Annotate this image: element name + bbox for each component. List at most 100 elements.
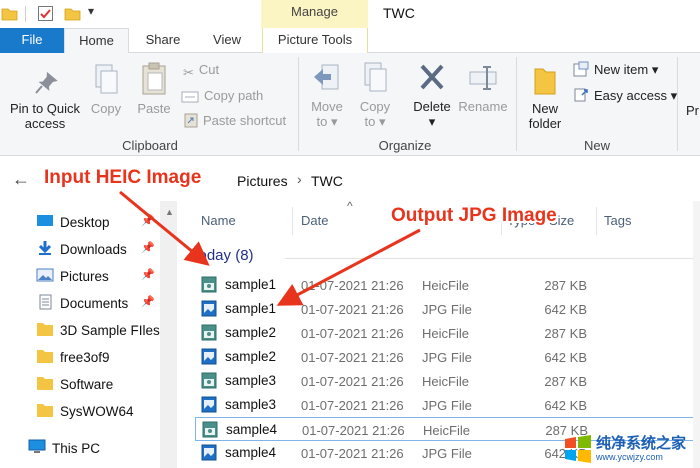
properties-button[interactable]: Pr — [686, 103, 700, 118]
paste-shortcut-button[interactable]: Paste shortcut — [184, 112, 286, 128]
pin-icon[interactable]: 📌 — [141, 295, 155, 308]
organize-group-label: Organize — [378, 138, 432, 153]
nav-scrollbar[interactable]: ▲ — [160, 201, 177, 468]
copy-to-button[interactable]: Copy to ▾ — [354, 61, 396, 129]
file-name: sample2 — [225, 349, 277, 364]
nav-item-free3of9[interactable]: free3of9 — [0, 344, 160, 371]
documents-icon — [39, 294, 52, 310]
nav-item-label: free3of9 — [60, 350, 110, 365]
easy-access-icon — [574, 88, 588, 102]
column-header-tags[interactable]: Tags — [604, 213, 631, 228]
properties-label: Pr — [686, 103, 699, 118]
windows-logo-icon — [565, 435, 591, 463]
rename-button[interactable]: Rename — [458, 61, 508, 114]
nav-item-label: Pictures — [60, 269, 109, 284]
cut-button[interactable]: ✂ Cut — [183, 62, 219, 81]
tab-share[interactable]: Share — [133, 28, 193, 53]
output-jpg-annotation: Output JPG Image — [391, 205, 557, 226]
column-separator[interactable] — [292, 207, 293, 235]
pin-icon[interactable]: 📌 — [141, 268, 155, 281]
copy-to-label-2: to — [364, 114, 376, 129]
tab-file[interactable]: File — [0, 28, 64, 53]
move-to-label-2: to — [316, 114, 328, 129]
file-row[interactable]: sample3 01-07-2021 21:26 HeicFile 287 KB — [195, 369, 700, 393]
copy-to-label-1: Copy — [359, 99, 391, 114]
folder-icon — [37, 350, 53, 363]
easy-access-button[interactable]: Easy access ▾ — [573, 87, 677, 104]
copy-path-icon — [181, 91, 199, 103]
breadcrumb-twc[interactable]: TWC — [311, 173, 343, 189]
nav-item-desktop[interactable]: Desktop 📌 — [0, 209, 160, 236]
new-item-button[interactable]: New item ▾ — [573, 61, 658, 78]
tab-picture-tools[interactable]: Picture Tools — [262, 28, 368, 53]
file-row[interactable]: sample3 01-07-2021 21:26 JPG File 642 KB — [195, 393, 700, 417]
nav-item-label: This PC — [52, 441, 101, 456]
file-size: 287 KB — [544, 374, 587, 389]
file-type: JPG File — [422, 398, 472, 413]
paste-shortcut-label: Paste shortcut — [203, 113, 287, 128]
new-item-chevron-icon: ▾ — [651, 62, 659, 77]
column-header-date[interactable]: Date — [301, 213, 328, 228]
scroll-up-icon[interactable]: ▲ — [165, 207, 174, 217]
nav-item-this-pc[interactable]: This PC — [0, 435, 152, 462]
nav-item-documents[interactable]: Documents 📌 — [0, 290, 160, 317]
jpg-file-icon — [201, 444, 217, 461]
move-to-button[interactable]: Move to ▾ — [306, 61, 348, 129]
nav-item-label: Software — [60, 377, 114, 392]
paste-shortcut-icon — [184, 113, 198, 128]
pin-icon[interactable]: 📌 — [141, 241, 155, 254]
watermark: 纯净系统之家 www.ycwjzy.com — [560, 430, 700, 468]
new-folder-icon[interactable] — [64, 5, 81, 22]
new-item-icon — [573, 61, 589, 77]
nav-item-label: Documents — [60, 296, 129, 311]
paste-label: Paste — [137, 101, 171, 116]
nav-item-pictures[interactable]: Pictures 📌 — [0, 263, 160, 290]
delete-chevron-icon: ▾ — [428, 114, 436, 129]
copy-path-button[interactable]: Copy path — [181, 88, 263, 103]
copy-label: Copy — [90, 101, 122, 116]
nav-item-syswow64[interactable]: SysWOW64 — [0, 398, 160, 425]
rename-icon — [469, 66, 497, 90]
move-to-label-1: Move — [311, 99, 343, 114]
new-folder-button[interactable]: New folder — [520, 63, 570, 131]
nav-item-3d-sample-files[interactable]: 3D Sample FIles — [0, 317, 160, 344]
delete-button[interactable]: Delete ▾ — [410, 61, 454, 129]
tab-home[interactable]: Home — [64, 28, 129, 54]
file-size: 642 KB — [544, 302, 587, 317]
file-row[interactable]: sample2 01-07-2021 21:26 HeicFile 287 KB — [195, 321, 700, 345]
pin-to-quick-access-button[interactable]: Pin to Quick access — [4, 67, 86, 131]
file-name: sample4 — [226, 422, 278, 437]
pin-icon[interactable]: 📌 — [141, 214, 155, 227]
file-name: sample3 — [225, 397, 277, 412]
column-header-name[interactable]: Name — [201, 213, 236, 228]
breadcrumb-pictures[interactable]: Pictures — [237, 173, 288, 189]
copy-button[interactable]: Copy — [88, 63, 124, 116]
sort-ascending-icon: ^ — [347, 199, 353, 213]
nav-item-software[interactable]: Software — [0, 371, 160, 398]
column-separator[interactable] — [596, 207, 597, 235]
group-heading[interactable]: Today (8) — [191, 247, 254, 264]
separator — [25, 6, 26, 22]
paste-button[interactable]: Paste — [134, 61, 174, 116]
folder-icon — [37, 404, 53, 417]
nav-item-downloads[interactable]: Downloads 📌 — [0, 236, 160, 263]
file-date: 01-07-2021 21:26 — [301, 446, 404, 461]
properties-check-icon[interactable] — [37, 5, 54, 22]
new-folder-label-1: New — [531, 101, 558, 116]
file-row[interactable]: sample1 01-07-2021 21:26 HeicFile 287 KB — [195, 273, 700, 297]
manage-context-tab[interactable]: Manage — [261, 0, 368, 28]
folder-icon[interactable] — [1, 5, 18, 22]
back-arrow-icon[interactable]: ← — [12, 169, 30, 190]
file-date: 01-07-2021 21:26 — [301, 398, 404, 413]
file-type: JPG File — [422, 302, 472, 317]
file-row[interactable]: sample2 01-07-2021 21:26 JPG File 642 KB — [195, 345, 700, 369]
move-to-chevron-icon: ▾ — [330, 114, 338, 129]
file-row[interactable]: sample1 01-07-2021 21:26 JPG File 642 KB — [195, 297, 700, 321]
file-list-scrollbar[interactable] — [693, 201, 700, 468]
tab-view[interactable]: View — [197, 28, 257, 53]
input-heic-annotation: Input HEIC Image — [44, 167, 202, 188]
customize-quick-access-chevron-icon[interactable]: ▾ — [88, 4, 94, 18]
file-name: sample4 — [225, 445, 277, 460]
watermark-url: www.ycwjzy.com — [596, 452, 663, 462]
file-type: JPG File — [422, 446, 472, 461]
